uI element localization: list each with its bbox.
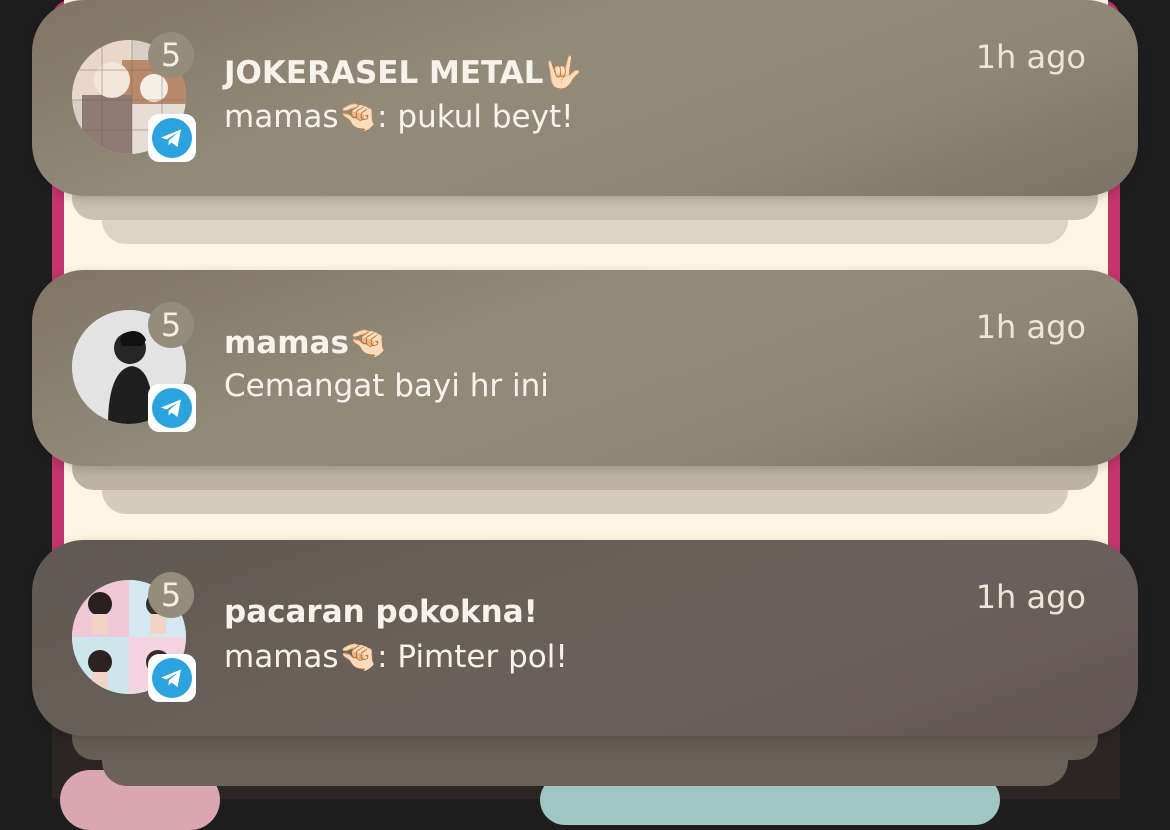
notification-message: mamas🤏🏻: Pimter pol! <box>224 639 568 675</box>
notification-title: pacaran pokokna! <box>224 594 538 630</box>
notification-message: mamas🤏🏻: pukul beyt! <box>224 99 574 135</box>
telegram-icon <box>148 114 196 162</box>
notification-count-badge: 5 <box>148 302 194 348</box>
notification-title: mamas🤏🏻 <box>224 325 388 361</box>
notification-card[interactable]: 5 pacaran pokokna! mamas🤏🏻: Pimter pol! … <box>32 540 1138 736</box>
notification-card[interactable]: 5 mamas🤏🏻 Cemangat bayi hr ini 1h ago <box>32 270 1138 466</box>
telegram-icon <box>148 384 196 432</box>
notification-time: 1h ago <box>975 308 1086 346</box>
telegram-icon <box>148 654 196 702</box>
notification-message: Cemangat bayi hr ini <box>224 368 549 404</box>
notification-count-badge: 5 <box>148 32 194 78</box>
notification-card[interactable]: 5 JOKERASEL METAL🤟🏻 mamas🤏🏻: pukul beyt!… <box>32 0 1138 196</box>
notification-title: JOKERASEL METAL🤟🏻 <box>224 55 583 91</box>
notification-time: 1h ago <box>975 38 1086 76</box>
notification-count-badge: 5 <box>148 572 194 618</box>
notification-time: 1h ago <box>975 578 1086 616</box>
